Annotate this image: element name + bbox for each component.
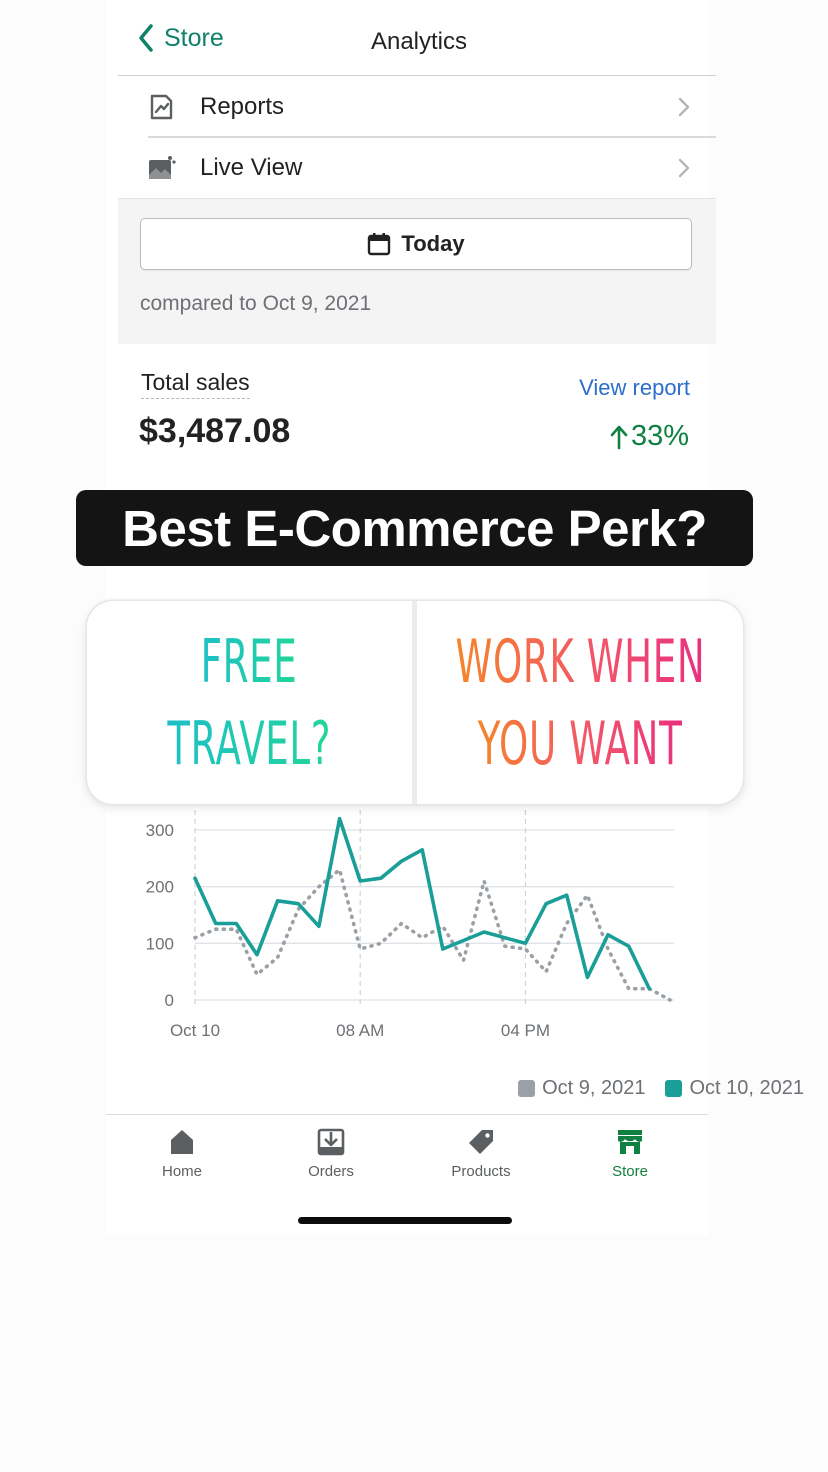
menu-item-reports[interactable]: Reports (118, 76, 716, 137)
tab-orders[interactable]: Orders (271, 1127, 391, 1180)
view-report-link[interactable]: View report (579, 375, 690, 401)
legend-label-oct10: Oct 10, 2021 (689, 1077, 804, 1099)
home-icon (171, 1130, 193, 1154)
menu-item-live-view[interactable]: Live View (118, 137, 716, 198)
tab-label: Products (451, 1163, 511, 1180)
poll-option-free-travel[interactable]: FREE TRAVEL? (87, 601, 412, 804)
products-tag-icon (469, 1130, 493, 1154)
tab-label: Home (161, 1163, 202, 1180)
sales-over-time-chart: 0 100 200 300 Oct 10 08 AM 04 PM (146, 810, 674, 1040)
poll-option-b-line2: YOU WANT (478, 703, 683, 785)
page-title: Analytics (370, 28, 468, 55)
question-banner: Best E-Commerce Perk? (76, 490, 753, 566)
tab-store[interactable]: Store (570, 1127, 690, 1180)
poll-option-work-when-you-want[interactable]: WORK WHEN YOU WANT (417, 601, 743, 804)
chevron-right-icon (678, 158, 690, 177)
poll-sticker: FREE TRAVEL? WORK WHEN YOU WANT (87, 601, 743, 804)
arrow-up-icon (610, 425, 628, 449)
date-filter-section: Today compared to Oct 9, 2021 (118, 198, 716, 344)
y-tick-label: 0 (165, 991, 174, 1010)
tab-products[interactable]: Products (421, 1127, 541, 1180)
x-tick-label: 08 AM (336, 1021, 384, 1040)
home-indicator[interactable] (298, 1217, 512, 1224)
x-tick-label: 04 PM (501, 1021, 550, 1040)
y-tick-label: 300 (146, 821, 174, 840)
orders-icon (317, 1128, 345, 1156)
live-view-icon (149, 155, 176, 179)
total-sales-value: $3,487.08 (139, 412, 291, 450)
poll-option-a-line2: TRAVEL? (168, 703, 332, 785)
poll-option-a-line1: FREE (201, 621, 298, 703)
reports-icon (150, 94, 173, 119)
banner-text: Best E-Commerce Perk? (122, 499, 707, 557)
legend-label-oct9: Oct 9, 2021 (542, 1077, 646, 1099)
tab-home[interactable]: Home (122, 1127, 242, 1180)
chart-legend: Oct 9, 2021 Oct 10, 2021 (498, 1077, 804, 1100)
navigation-bar: Store Analytics (118, 0, 716, 76)
date-range-button[interactable]: Today (140, 218, 692, 270)
comparison-text: compared to Oct 9, 2021 (140, 292, 372, 315)
store-icon (618, 1130, 642, 1154)
calendar-icon (368, 233, 391, 256)
legend-item-oct9[interactable]: Oct 9, 2021 (518, 1077, 645, 1100)
tab-bar: Home Orders Products Store (106, 1114, 708, 1235)
poll-option-b-line1: WORK WHEN (455, 621, 705, 703)
x-tick-label: Oct 10 (170, 1021, 220, 1040)
sales-change-value: 33% (630, 420, 689, 452)
legend-item-oct10[interactable]: Oct 10, 2021 (665, 1077, 804, 1100)
legend-swatch-oct10 (665, 1080, 683, 1097)
legend-swatch-oct9 (518, 1080, 536, 1097)
y-tick-label: 100 (146, 934, 174, 953)
y-tick-label: 200 (146, 878, 174, 897)
menu-item-label: Reports (200, 92, 285, 120)
tab-label: Store (612, 1163, 648, 1180)
chevron-right-icon (678, 97, 690, 116)
total-sales-label[interactable]: Total sales (141, 369, 250, 399)
date-range-label: Today (401, 231, 465, 256)
sales-change: 33% (609, 420, 689, 453)
menu-item-label: Live View (200, 153, 303, 181)
tab-label: Orders (308, 1163, 354, 1180)
